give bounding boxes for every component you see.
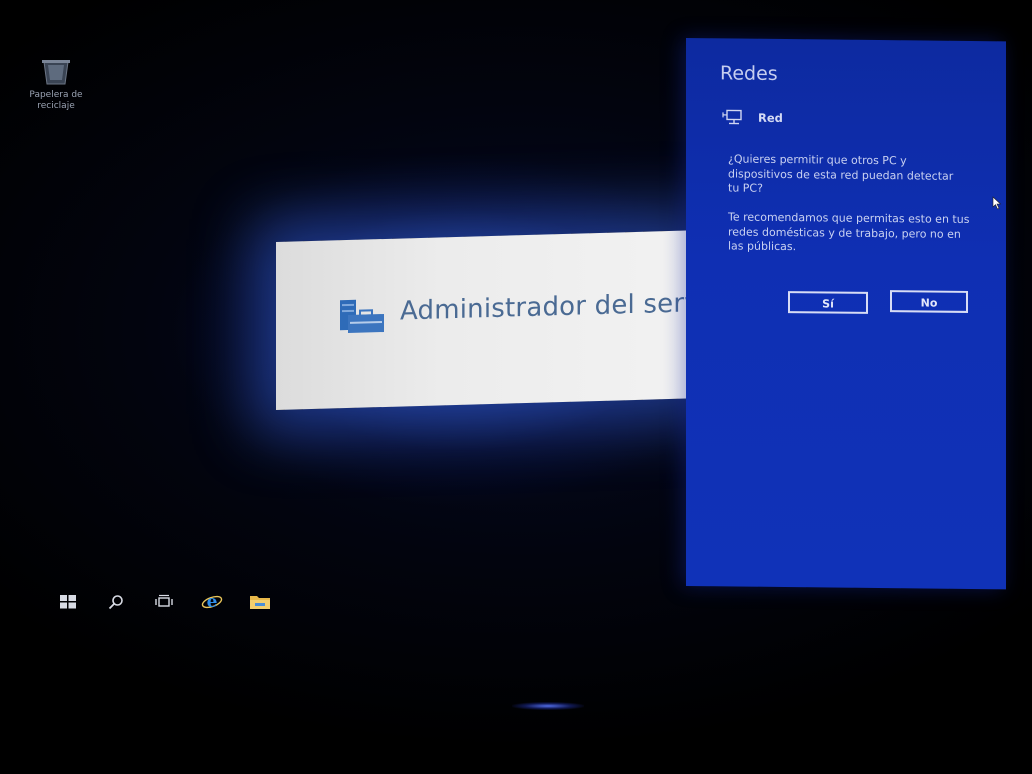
discovery-question: ¿Quieres permitir que otros PC y disposi… (728, 152, 954, 195)
file-explorer-button[interactable] (248, 592, 272, 616)
network-name: Red (758, 110, 783, 126)
task-view-button[interactable] (152, 592, 176, 616)
flyout-title: Redes (720, 62, 778, 85)
server-manager-icon (338, 297, 388, 338)
internet-explorer-icon: e (201, 592, 223, 616)
recycle-bin-shortcut[interactable]: Papelera de reciclaje (18, 58, 94, 112)
discovery-recommendation: Te recomendamos que permitas esto en tus… (728, 210, 970, 254)
splash-title: Administrador del servic (400, 287, 690, 327)
internet-explorer-button[interactable]: e (200, 592, 224, 616)
search-button[interactable] (104, 592, 128, 616)
recycle-bin-label: Papelera de reciclaje (29, 90, 83, 111)
windows-start-icon (59, 594, 77, 614)
yes-button[interactable]: Sí (788, 291, 868, 314)
wired-network-icon (722, 108, 744, 126)
server-manager-splash: Administrador del servic (276, 230, 690, 410)
network-item[interactable]: Red (722, 108, 783, 127)
monitor-power-led (512, 702, 584, 710)
mouse-cursor-icon (992, 195, 1002, 210)
start-button[interactable] (56, 592, 80, 616)
recycle-bin-icon (38, 58, 74, 86)
taskbar: e (56, 590, 296, 618)
networks-flyout: Redes Red ¿Quieres permitir que otros PC… (686, 38, 1006, 590)
file-explorer-icon (249, 593, 271, 615)
task-view-icon (154, 594, 174, 614)
search-icon (107, 593, 125, 615)
desktop-background: Papelera de reciclaje Administrador del … (0, 0, 1032, 774)
svg-text:e: e (207, 592, 218, 612)
no-button[interactable]: No (890, 290, 968, 313)
